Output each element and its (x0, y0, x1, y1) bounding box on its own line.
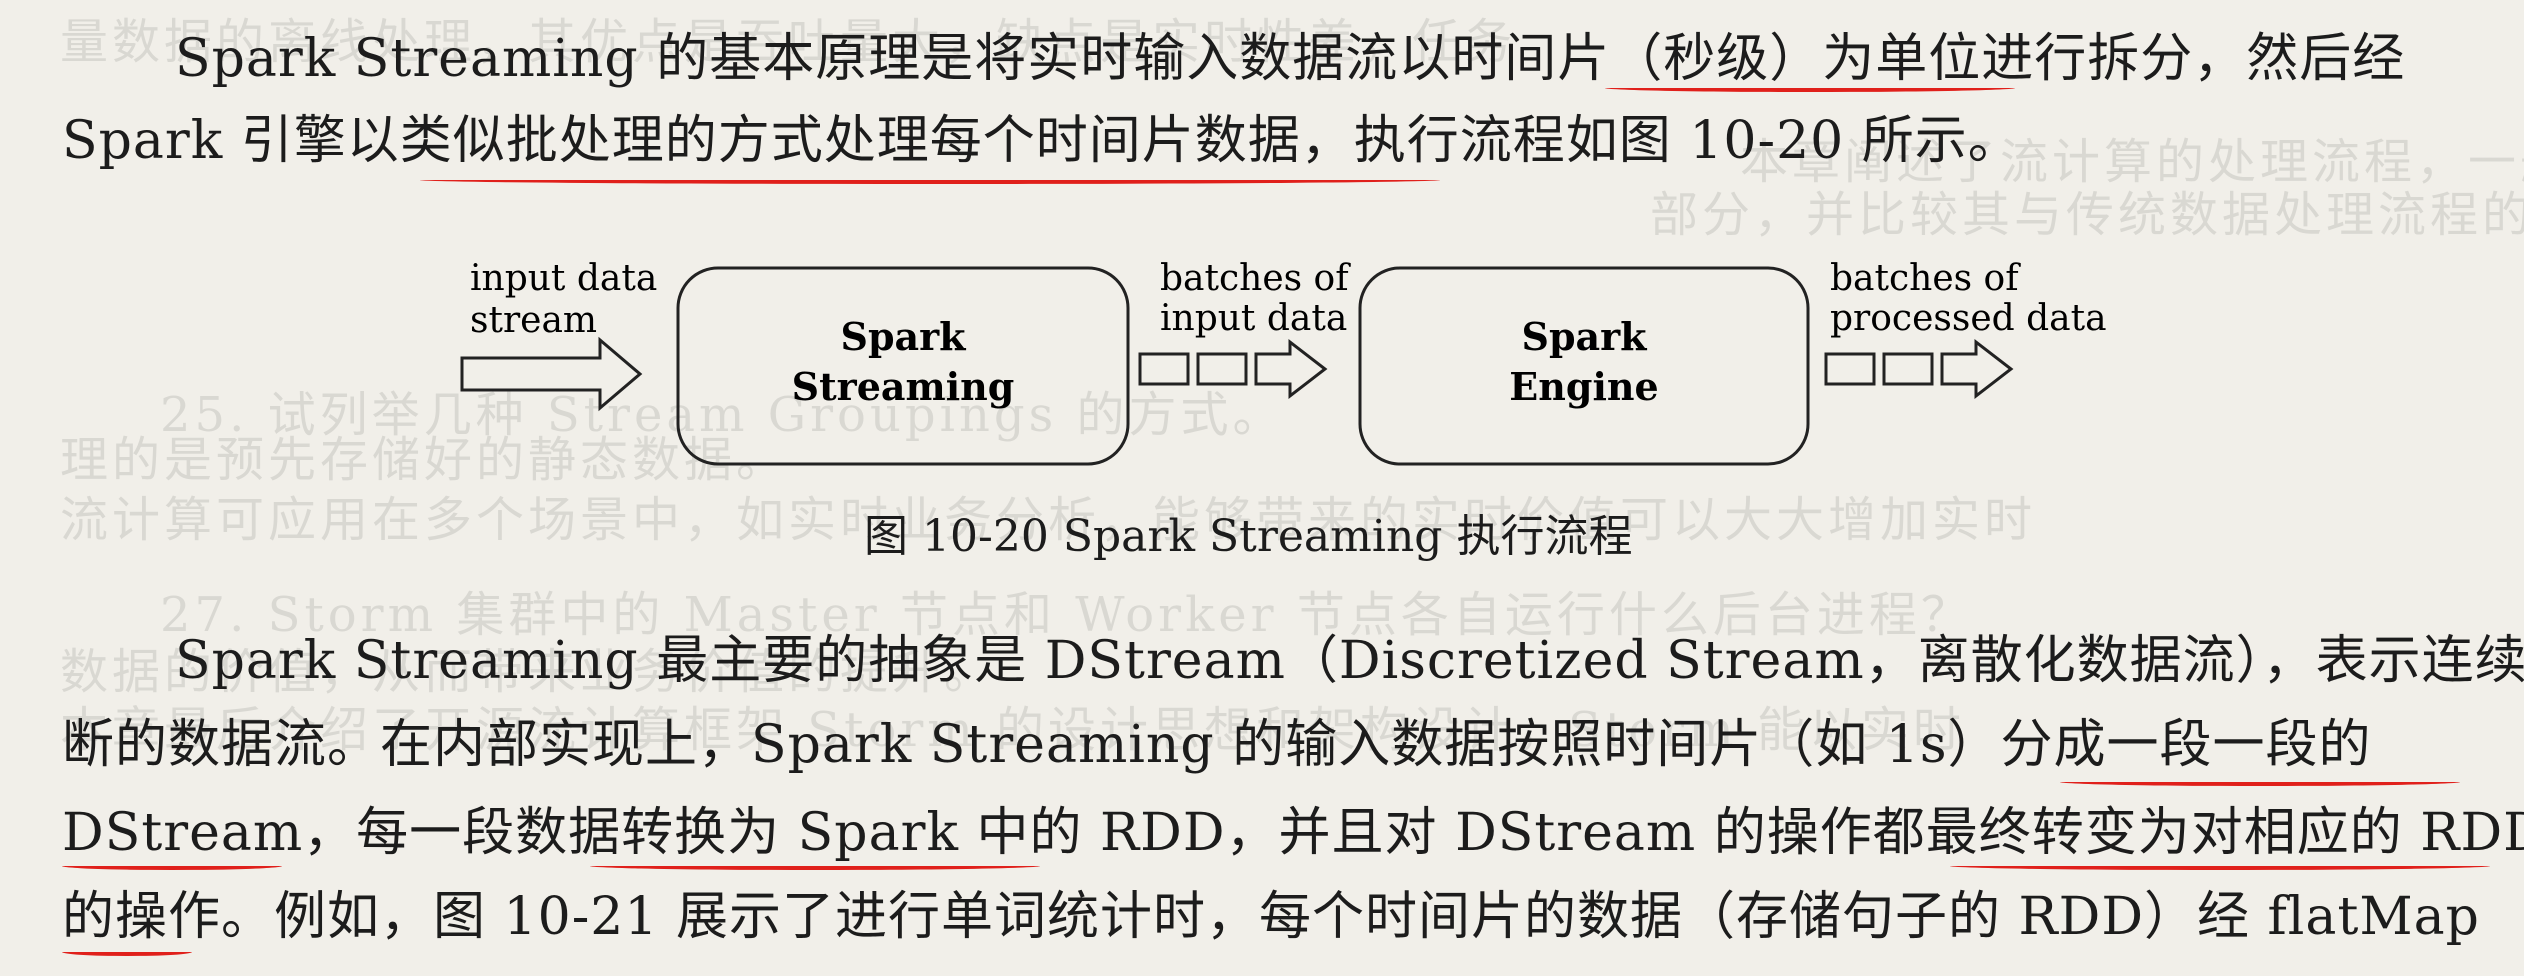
input-label-2: stream (470, 300, 597, 341)
processed-label-1: batches of (1830, 258, 2021, 299)
paragraph2-line4: 的操作。例如，图 10-21 展示了进行单词统计时，每个时间片的数据（存储句子的… (62, 887, 2480, 947)
input-stream-arrow (460, 336, 643, 412)
batches-label-1: batches of (1160, 258, 1351, 299)
processed-label-2: processed data (1830, 298, 2107, 339)
box2-line2: Engine (1509, 364, 1658, 409)
processed-batch-blocks (1824, 338, 2014, 400)
paragraph2-line2: 断的数据流。在内部实现上，Spark Streaming 的输入数据按照时间片（… (62, 715, 2372, 775)
batches-label-2: input data (1160, 298, 1347, 339)
box2-line1: Spark (1522, 314, 1648, 359)
input-label-1: input data (470, 258, 657, 299)
paragraph2-line3: DStream，每一段数据转换为 Spark 中的 RDD，并且对 DStrea… (62, 803, 2524, 863)
figure-caption: 图 10-20 Spark Streaming 执行流程 (864, 511, 1633, 562)
paragraph2-line1: Spark Streaming 最主要的抽象是 DStream（Discreti… (175, 631, 2524, 691)
input-batch-blocks (1138, 338, 1328, 400)
box1-line2: Streaming (792, 364, 1015, 409)
box1-line1: Spark (841, 314, 967, 359)
